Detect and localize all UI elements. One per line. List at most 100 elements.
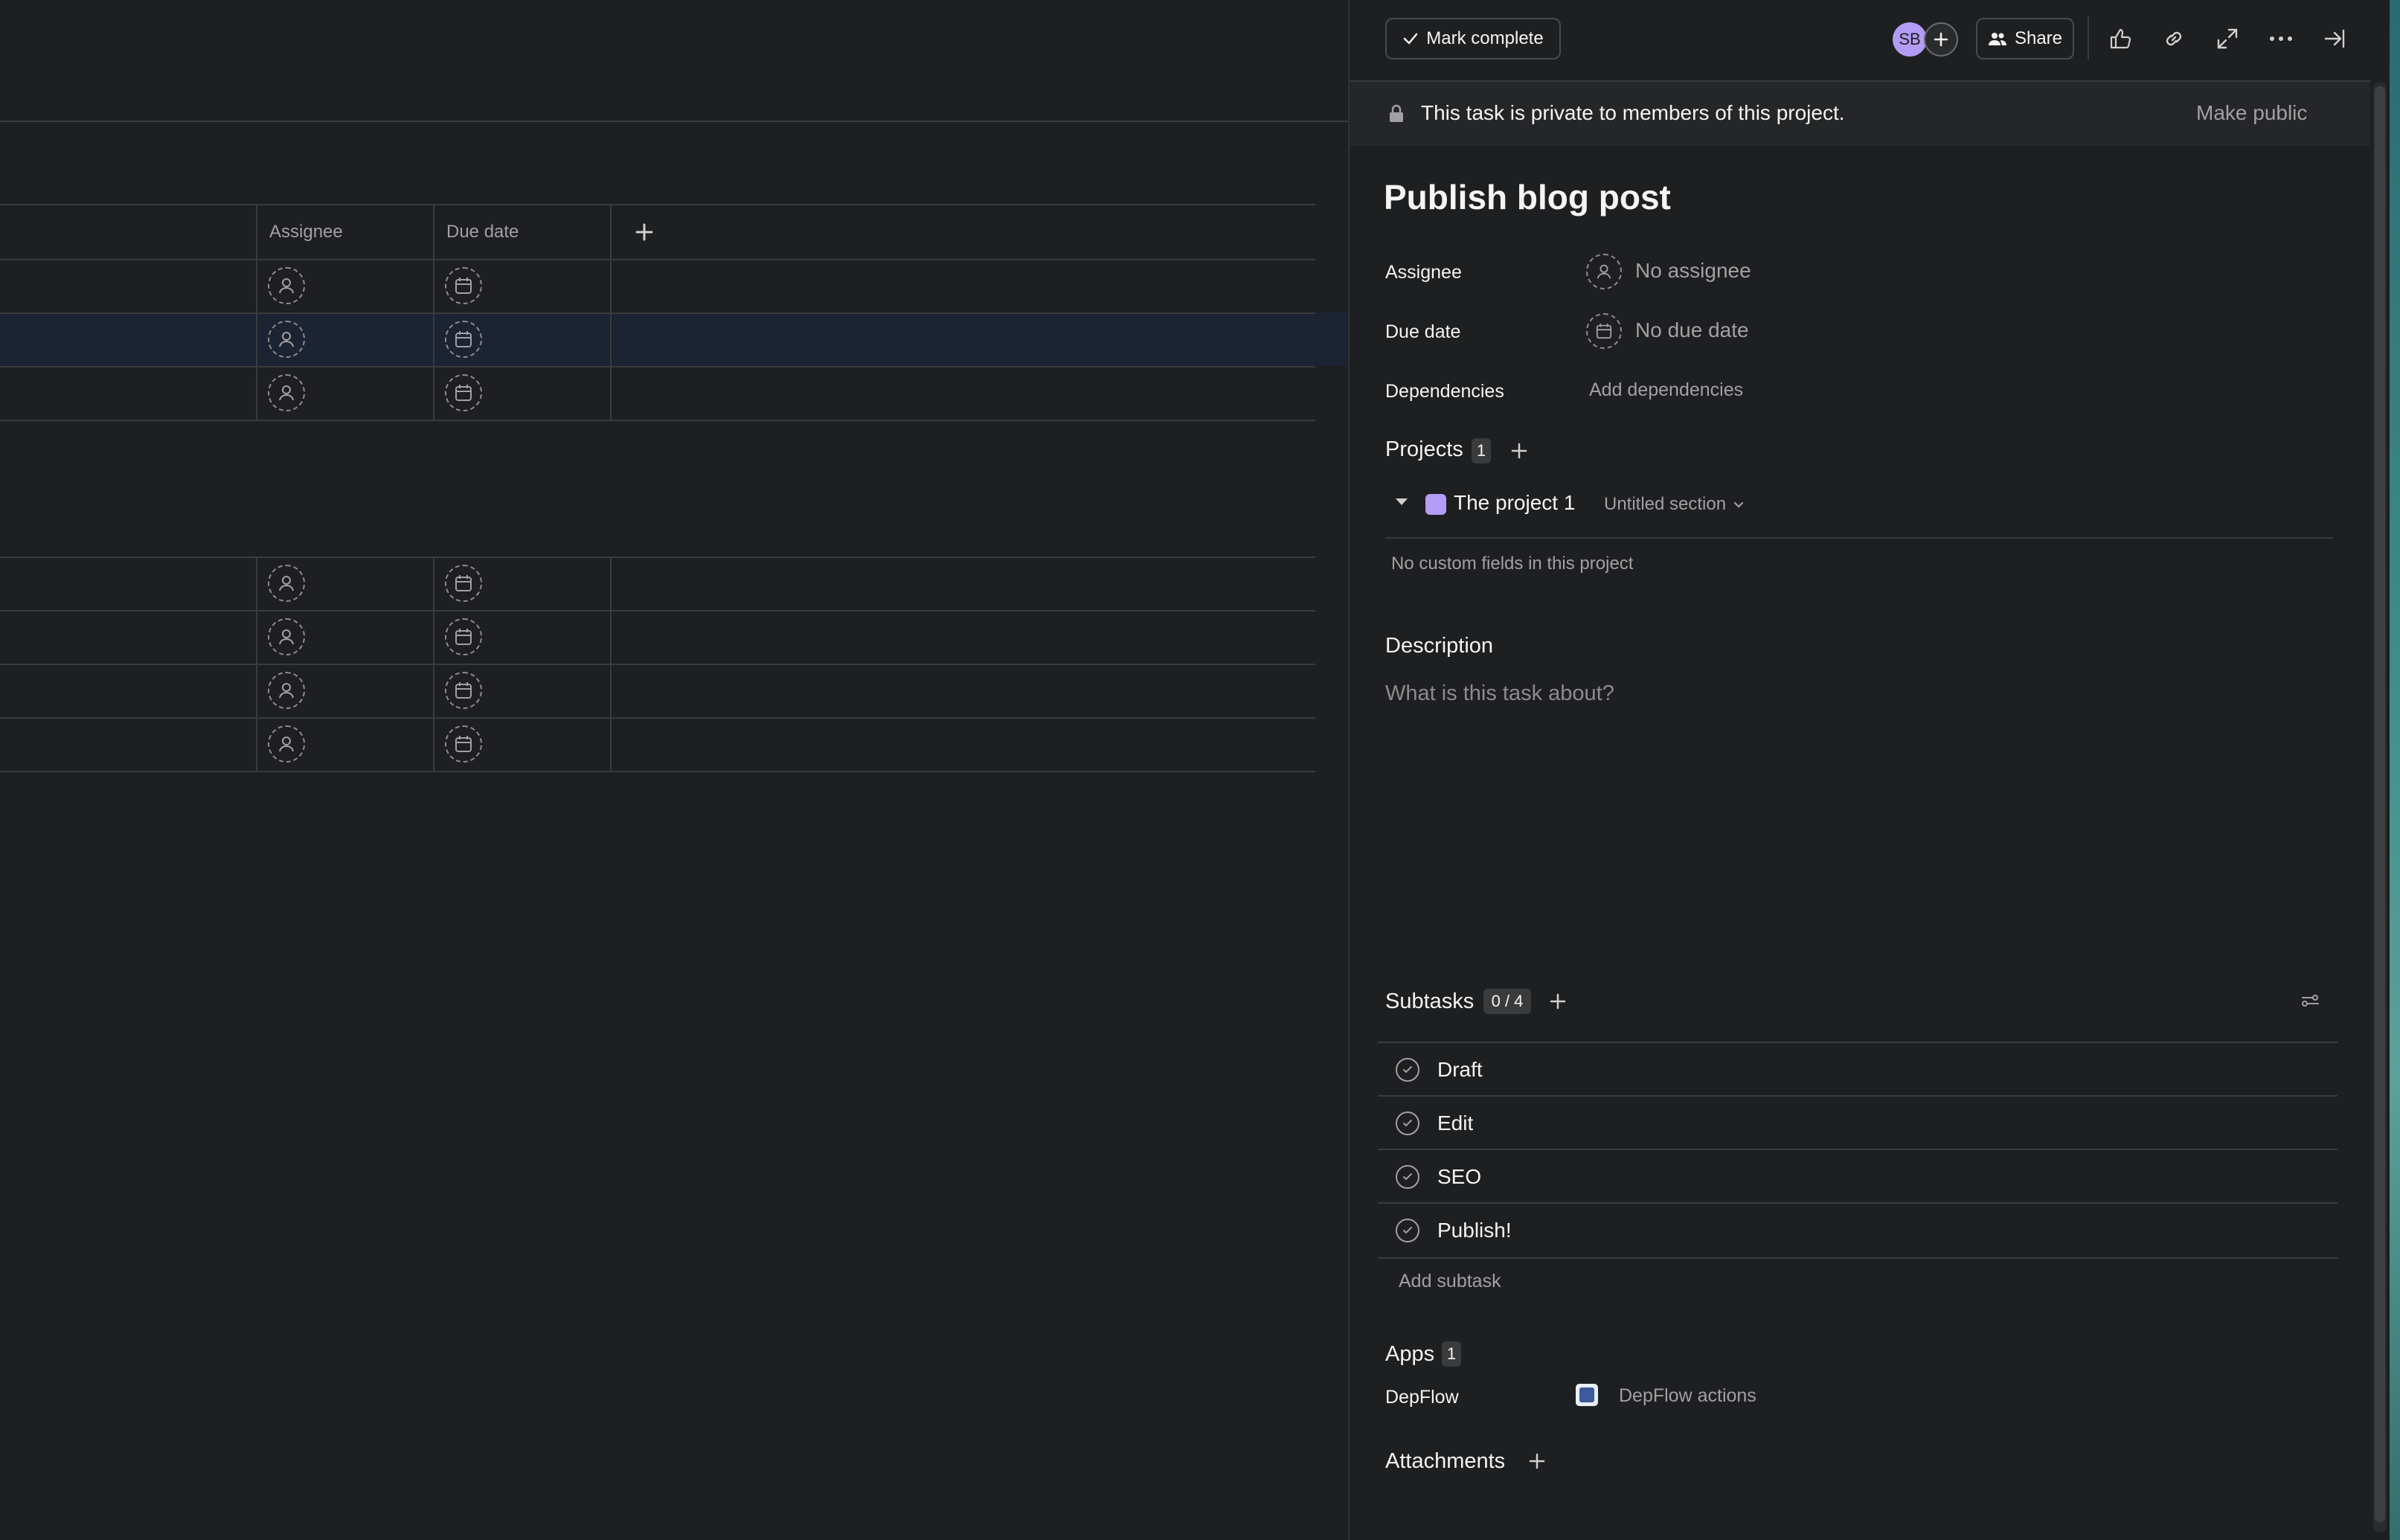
privacy-banner: This task is private to members of this … [1350,82,2370,146]
person-icon [279,629,294,645]
app-name: DepFlow [1385,1387,1459,1408]
plus-icon [1550,993,1566,1010]
due-date-cell-button[interactable] [445,725,482,763]
subtask-options-button[interactable] [2290,981,2332,1022]
triangle-down-icon [1396,498,1408,505]
task-title[interactable]: Publish blog post [1384,177,1671,217]
subtask-name[interactable]: Draft [1437,1043,1483,1097]
calendar-icon [455,682,472,699]
subtask-complete-toggle[interactable] [1396,1219,1419,1242]
add-subtask-button[interactable]: Add subtask [1399,1271,1501,1292]
project-color-swatch [1425,494,1446,515]
due-date-cell-button[interactable] [445,565,482,602]
column-header-assignee[interactable]: Assignee [269,205,343,259]
column-divider [256,556,257,772]
person-icon [279,576,294,591]
due-date-cell-button[interactable] [445,374,482,411]
project-name[interactable]: The project 1 [1454,491,1575,515]
divider [0,121,1348,122]
column-divider [610,556,612,772]
expand-icon [2217,28,2238,49]
app-action-button[interactable]: DepFlow actions [1619,1385,1756,1407]
subtask-name[interactable]: SEO [1437,1150,1481,1204]
mark-complete-button[interactable]: Mark complete [1385,18,1561,60]
add-attachment-button[interactable] [1516,1440,1558,1482]
lock-icon [1390,104,1403,122]
assignee-cell-button[interactable] [268,725,305,763]
person-icon [279,385,294,401]
subtask-name[interactable]: Edit [1437,1097,1473,1150]
people-icon [1988,33,2006,45]
plus-icon [1934,32,1948,47]
add-dependencies-button[interactable]: Add dependencies [1589,379,1743,401]
subtask-complete-toggle[interactable] [1396,1058,1419,1082]
close-panel-icon [2324,29,2345,48]
row-border [0,771,1315,772]
row-border [0,312,1315,314]
person-icon [279,278,294,294]
assignee-value[interactable]: No assignee [1635,259,1751,283]
chevron-down-icon [1733,501,1744,508]
assignee-field-button[interactable] [1586,254,1622,289]
assignee-cell-button[interactable] [268,321,305,358]
subtasks-count-badge: 0 / 4 [1483,989,1531,1014]
add-project-button[interactable] [1498,430,1540,472]
description-input[interactable]: What is this task about? [1385,681,1614,706]
row-border [0,664,1315,665]
assignee-cell-button[interactable] [268,672,305,709]
apps-heading: Apps [1385,1342,1435,1366]
section-selector[interactable]: Untitled section [1604,494,1745,515]
more-actions-button[interactable] [2260,18,2302,60]
subtask-name[interactable]: Publish! [1437,1204,1512,1257]
row-border [0,610,1315,612]
subtasks-heading: Subtasks [1385,989,1475,1013]
depflow-app-icon [1576,1384,1598,1406]
due-date-cell-button[interactable] [445,267,482,304]
expand-button[interactable] [2207,18,2248,60]
subtask-row[interactable]: Draft [1378,1042,2338,1097]
project-divider [1385,537,2333,539]
description-heading: Description [1385,634,1494,658]
assignee-cell-button[interactable] [268,618,305,655]
share-button[interactable]: Share [1976,18,2074,60]
due-date-field-button[interactable] [1586,313,1622,349]
avatar[interactable]: SB [1893,22,1927,57]
subtask-complete-toggle[interactable] [1396,1111,1419,1135]
assignee-cell-button[interactable] [268,374,305,411]
subtask-row[interactable]: Publish! [1378,1202,2338,1259]
subtask-complete-toggle[interactable] [1396,1165,1419,1189]
assignee-cell-button[interactable] [268,565,305,602]
due-date-cell-button[interactable] [445,321,482,358]
calendar-icon [455,629,472,645]
column-divider [433,204,434,421]
subtask-row[interactable]: Edit [1378,1095,2338,1150]
copy-link-button[interactable] [2153,18,2195,60]
add-collaborator-button[interactable] [1924,22,1958,57]
add-column-button[interactable] [612,205,677,259]
checkmark-icon [1403,1120,1412,1127]
close-pane-button[interactable] [2314,18,2355,60]
collapse-project-button[interactable] [1393,493,1412,512]
selected-row-highlight [0,312,1348,366]
row-border [0,420,1315,421]
due-date-value[interactable]: No due date [1635,318,1749,342]
subtask-row[interactable]: SEO [1378,1149,2338,1204]
calendar-icon [455,331,472,347]
column-divider [610,204,612,421]
checkmark-icon [1403,1066,1412,1074]
due-date-cell-button[interactable] [445,618,482,655]
task-list-view: Assignee Due date [0,0,1348,1540]
apps-count-badge: 1 [1442,1341,1461,1367]
calendar-icon [455,736,472,752]
scrollbar-thumb[interactable] [2375,86,2385,1522]
person-icon [279,332,294,347]
assignee-cell-button[interactable] [268,267,305,304]
like-button[interactable] [2099,18,2141,60]
add-subtask-plus-button[interactable] [1537,981,1579,1022]
no-custom-fields-text: No custom fields in this project [1391,554,1634,574]
due-date-cell-button[interactable] [445,672,482,709]
make-public-button[interactable]: Make public [2196,101,2307,125]
thumbs-up-icon [2110,28,2131,49]
column-header-due-date[interactable]: Due date [446,205,519,259]
section-name: Untitled section [1604,494,1727,514]
